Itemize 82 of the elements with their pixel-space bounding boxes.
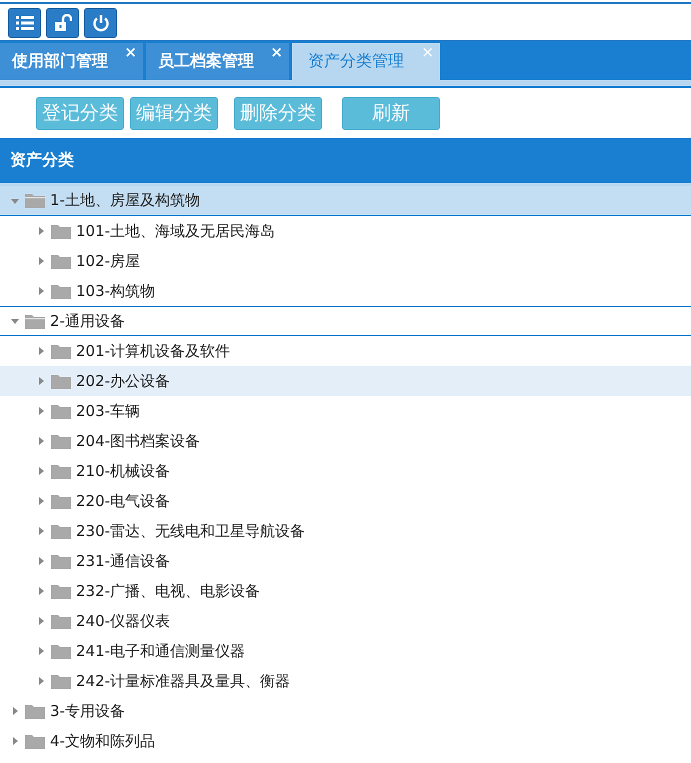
- tree-row[interactable]: 102-房屋: [0, 246, 691, 276]
- tree-row[interactable]: 203-车辆: [0, 396, 691, 426]
- tree-row[interactable]: 2-通用设备: [0, 306, 691, 336]
- tree-row[interactable]: 232-广播、电视、电影设备: [0, 576, 691, 606]
- tree-row[interactable]: 230-雷达、无线电和卫星导航设备: [0, 516, 691, 546]
- power-icon: [92, 14, 110, 32]
- expand-arrow-icon[interactable]: [36, 436, 46, 446]
- tree-label: 101-土地、海域及无居民海岛: [76, 222, 276, 240]
- tree-row[interactable]: 240-仪器仪表: [0, 606, 691, 636]
- expand-arrow-icon[interactable]: [36, 256, 46, 266]
- unlock-button[interactable]: [46, 8, 79, 38]
- expand-arrow-icon[interactable]: [36, 466, 46, 476]
- expand-arrow-icon[interactable]: [36, 376, 46, 386]
- tree-row[interactable]: 210-机械设备: [0, 456, 691, 486]
- tree-row[interactable]: 201-计算机设备及软件: [0, 336, 691, 366]
- expand-arrow-icon[interactable]: [36, 526, 46, 536]
- tree-row[interactable]: 101-土地、海域及无居民海岛: [0, 216, 691, 246]
- expand-arrow-icon[interactable]: [36, 346, 46, 356]
- tree-label: 2-通用设备: [50, 312, 125, 330]
- folder-icon: [51, 524, 71, 538]
- folder-icon: [51, 644, 71, 658]
- expand-arrow-icon[interactable]: [36, 646, 46, 656]
- folder-icon: [51, 614, 71, 628]
- collapse-arrow-icon[interactable]: [10, 316, 20, 326]
- tree-row[interactable]: 103-构筑物: [0, 276, 691, 306]
- power-button[interactable]: [84, 8, 117, 38]
- tree-label: 102-房屋: [76, 252, 140, 270]
- tree-label: 202-办公设备: [76, 372, 170, 390]
- folder-icon: [51, 254, 71, 268]
- expand-arrow-icon[interactable]: [36, 286, 46, 296]
- folder-icon: [51, 404, 71, 418]
- expand-arrow-icon[interactable]: [36, 556, 46, 566]
- tree-row[interactable]: 231-通信设备: [0, 546, 691, 576]
- tree-label: 231-通信设备: [76, 552, 170, 570]
- tree-row[interactable]: 242-计量标准器具及量具、衡器: [0, 666, 691, 696]
- tree-row[interactable]: 3-专用设备: [0, 696, 691, 726]
- expand-arrow-icon[interactable]: [36, 496, 46, 506]
- tree-label: 232-广播、电视、电影设备: [76, 582, 260, 600]
- expand-arrow-icon[interactable]: [36, 586, 46, 596]
- expand-arrow-icon[interactable]: [36, 226, 46, 236]
- expand-arrow-icon[interactable]: [36, 406, 46, 416]
- folder-icon: [51, 464, 71, 478]
- folder-icon: [51, 494, 71, 508]
- panel-title: 资产分类: [10, 150, 74, 171]
- folder-icon: [51, 674, 71, 688]
- tree-row[interactable]: 202-办公设备: [0, 366, 691, 396]
- folder-icon: [51, 224, 71, 238]
- folder-icon: [51, 374, 71, 388]
- tree-label: 203-车辆: [76, 402, 140, 420]
- folder-icon: [25, 314, 45, 328]
- folder-icon: [51, 344, 71, 358]
- folder-icon: [25, 734, 45, 748]
- tree-label: 220-电气设备: [76, 492, 170, 510]
- tree-label: 230-雷达、无线电和卫星导航设备: [76, 522, 306, 540]
- expand-arrow-icon[interactable]: [10, 736, 20, 746]
- tree-label: 201-计算机设备及软件: [76, 342, 230, 360]
- menu-button[interactable]: [8, 8, 41, 38]
- tree-row[interactable]: 241-电子和通信测量仪器: [0, 636, 691, 666]
- tree-row[interactable]: 4-文物和陈列品: [0, 726, 691, 756]
- tree-label: 241-电子和通信测量仪器: [76, 642, 246, 660]
- tree-label: 103-构筑物: [76, 282, 156, 300]
- folder-icon: [51, 284, 71, 298]
- folder-icon: [51, 584, 71, 598]
- tree-row[interactable]: 220-电气设备: [0, 486, 691, 516]
- unlock-icon: [54, 14, 72, 32]
- menu-icon: [16, 15, 34, 31]
- tree-label: 210-机械设备: [76, 462, 170, 480]
- tree-row[interactable]: 204-图书档案设备: [0, 426, 691, 456]
- folder-icon: [25, 193, 45, 208]
- expand-arrow-icon[interactable]: [10, 706, 20, 716]
- folder-icon: [25, 704, 45, 718]
- tree-label: 242-计量标准器具及量具、衡器: [76, 672, 290, 690]
- folder-icon: [51, 434, 71, 448]
- tree-label: 4-文物和陈列品: [50, 732, 155, 750]
- expand-arrow-icon[interactable]: [36, 676, 46, 686]
- tree-label: 240-仪器仪表: [76, 612, 170, 630]
- tree-label: 204-图书档案设备: [76, 432, 200, 450]
- tree-row[interactable]: 1-土地、房屋及构筑物: [0, 186, 691, 216]
- expand-arrow-icon[interactable]: [36, 616, 46, 626]
- tree-label: 3-专用设备: [50, 702, 125, 720]
- folder-icon: [51, 554, 71, 568]
- tree-label: 1-土地、房屋及构筑物: [50, 191, 200, 210]
